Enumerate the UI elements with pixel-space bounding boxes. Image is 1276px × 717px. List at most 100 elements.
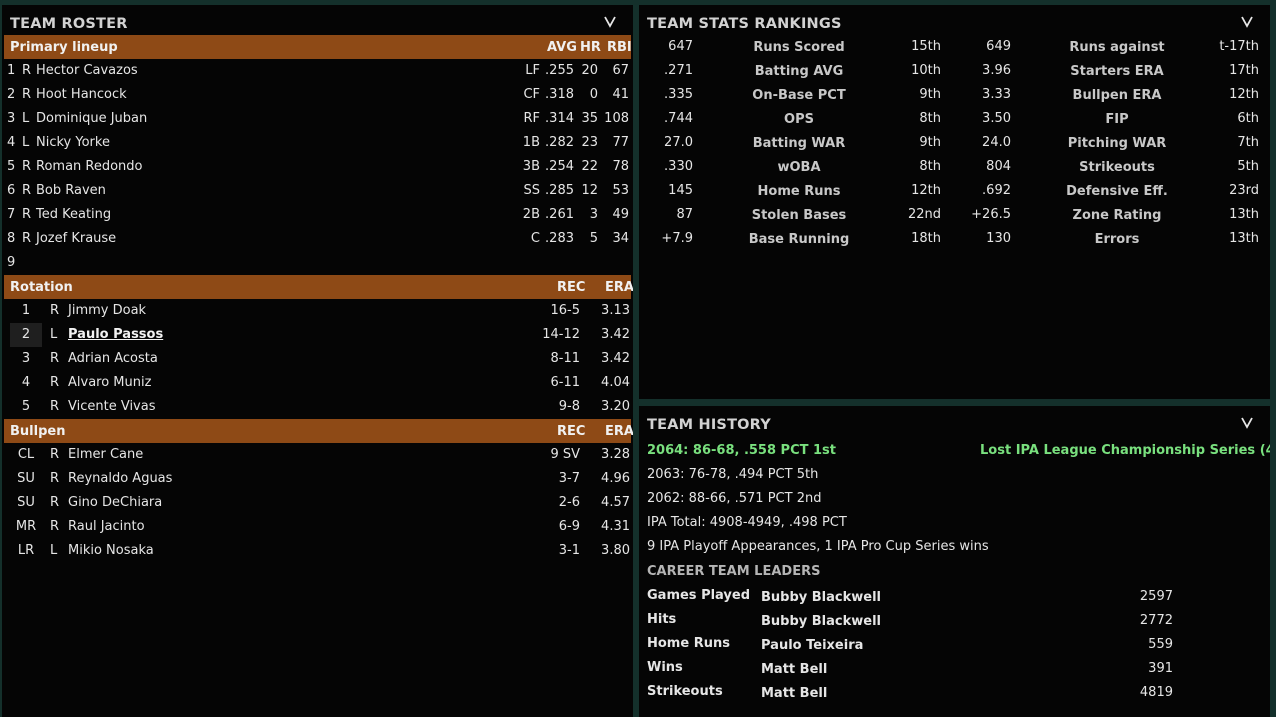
leader-name[interactable]: Matt Bell <box>761 662 827 677</box>
lineup-row[interactable]: 7 R Ted Keating 2B .261 3 49 <box>2 203 633 227</box>
pitcher-name[interactable]: Jimmy Doak <box>68 303 146 318</box>
bullpen-row[interactable]: SU R Gino DeChiara 2-6 4.57 <box>2 491 633 515</box>
player-name[interactable]: Dominique Juban <box>36 111 147 126</box>
rotation-row[interactable]: 1 R Jimmy Doak 16-5 3.13 <box>2 299 633 323</box>
lineup-row[interactable]: 8 R Jozef Krause C .283 5 34 <box>2 227 633 251</box>
pitching-rank: 7th <box>1237 135 1259 150</box>
pitcher-name[interactable]: Vicente Vivas <box>68 399 155 414</box>
bullpen-header: Bullpen REC ERA <box>4 419 633 443</box>
role: 4 <box>21 375 31 390</box>
player-name[interactable]: Ted Keating <box>36 207 111 222</box>
offense-stat-label: Batting AVG <box>754 64 844 79</box>
career-leaders-title: CAREER TEAM LEADERS <box>647 564 821 579</box>
pitcher-name[interactable]: Gino DeChiara <box>68 495 162 510</box>
lineup-order: 6 <box>7 183 16 198</box>
team-roster-panel: TEAM ROSTER Primary lineup AVG HR RBI 1R… <box>2 5 633 717</box>
rbi: 34 <box>612 231 629 246</box>
lineup-row[interactable]: 5 R Roman Redondo 3B .254 22 78 <box>2 155 633 179</box>
rotation-header-era[interactable]: ERA <box>605 280 633 295</box>
pitcher-name[interactable]: Reynaldo Aguas <box>68 471 172 486</box>
leader-name[interactable]: Paulo Teixeira <box>761 638 863 653</box>
era: 4.57 <box>601 495 630 510</box>
leader-category: Games Played <box>647 588 751 603</box>
batting-hand: R <box>22 159 32 174</box>
player-name[interactable]: Jozef Krause <box>36 231 116 246</box>
chevron-down-icon[interactable] <box>603 14 617 28</box>
player-name[interactable]: Bob Raven <box>36 183 106 198</box>
pitcher-name[interactable]: Raul Jacinto <box>68 519 145 534</box>
lineup-order: 4 <box>7 135 16 150</box>
bullpen-header-rec[interactable]: REC <box>557 424 585 439</box>
throwing-hand: R <box>50 519 60 534</box>
pitcher-name[interactable]: Paulo Passos <box>68 327 163 342</box>
rbi: 78 <box>612 159 629 174</box>
rotation-row[interactable]: 4 R Alvaro Muniz 6-11 4.04 <box>2 371 633 395</box>
chevron-down-icon[interactable] <box>1240 415 1254 429</box>
lineup-row[interactable]: 4 L Nicky Yorke 1B .282 23 77 <box>2 131 633 155</box>
rbi: 77 <box>612 135 629 150</box>
chevron-down-icon[interactable] <box>1240 14 1254 28</box>
lineup-header-avg[interactable]: AVG <box>547 40 577 55</box>
pitching-value: .692 <box>982 183 1011 198</box>
pitcher-name[interactable]: Alvaro Muniz <box>68 375 151 390</box>
position: 3B <box>522 159 540 174</box>
offense-stat-label: Base Running <box>748 232 850 247</box>
bullpen-row[interactable]: CL R Elmer Cane 9 SV 3.28 <box>2 443 633 467</box>
role: LR <box>17 543 35 558</box>
offense-rank: 9th <box>919 87 941 102</box>
pitching-stat-label: Defensive Eff. <box>1066 184 1168 199</box>
lineup-header-rbi[interactable]: RBI <box>607 40 632 55</box>
era: 3.80 <box>601 543 630 558</box>
rbi: 67 <box>612 63 629 78</box>
rotation-row[interactable]: 2 L Paulo Passos 14-12 3.42 <box>2 323 633 347</box>
leader-name[interactable]: Bubby Blackwell <box>761 590 881 605</box>
pitching-value: 649 <box>986 39 1011 54</box>
offense-stat-label: Home Runs <box>757 184 841 199</box>
bullpen-row[interactable]: SU R Reynaldo Aguas 3-7 4.96 <box>2 467 633 491</box>
role: MR <box>15 519 37 534</box>
bullpen-header-era[interactable]: ERA <box>605 424 633 439</box>
bullpen-row[interactable]: MR R Raul Jacinto 6-9 4.31 <box>2 515 633 539</box>
pitcher-name[interactable]: Adrian Acosta <box>68 351 158 366</box>
lineup-order: 5 <box>7 159 16 174</box>
pitching-rank: 12th <box>1229 87 1259 102</box>
leader-name[interactable]: Matt Bell <box>761 686 827 701</box>
pitching-value: 3.33 <box>982 87 1011 102</box>
pitcher-name[interactable]: Mikio Nosaka <box>68 543 154 558</box>
pitcher-name[interactable]: Elmer Cane <box>68 447 143 462</box>
record: 6-9 <box>558 519 580 534</box>
team-history-panel: TEAM HISTORY 2064: 86-68, .558 PCT 1st L… <box>639 406 1270 717</box>
rotation-row[interactable]: 5 R Vicente Vivas 9-8 3.20 <box>2 395 633 419</box>
player-name[interactable]: Hector Cavazos <box>36 63 138 78</box>
lineup-row[interactable]: 6 R Bob Raven SS .285 12 53 <box>2 179 633 203</box>
team-stats-panel: TEAM STATS RANKINGS 647 Runs Scored 15th 64… <box>639 5 1270 399</box>
position: 1B <box>522 135 540 150</box>
player-name[interactable]: Hoot Hancock <box>36 87 127 102</box>
batting-avg: .261 <box>545 207 574 222</box>
offense-rank: 22nd <box>907 207 941 222</box>
player-name[interactable]: Roman Redondo <box>36 159 143 174</box>
lineup-row[interactable]: 2 R Hoot Hancock CF .318 0 41 <box>2 83 633 107</box>
rotation-header-rec[interactable]: REC <box>557 280 585 295</box>
role: 1 <box>21 303 31 318</box>
pitching-rank: 6th <box>1237 111 1259 126</box>
home-runs: 3 <box>589 207 598 222</box>
pitching-stat-label: Pitching WAR <box>1067 136 1167 151</box>
offense-value: +7.9 <box>661 231 693 246</box>
bullpen-row[interactable]: LR L Mikio Nosaka 3-1 3.80 <box>2 539 633 563</box>
batting-avg: .314 <box>545 111 574 126</box>
leader-name[interactable]: Bubby Blackwell <box>761 614 881 629</box>
throwing-hand: L <box>50 543 58 558</box>
offense-value: .744 <box>664 111 693 126</box>
batting-avg: .254 <box>545 159 574 174</box>
leader-row: Games Played Bubby Blackwell 2597 <box>639 588 1270 612</box>
rotation-row[interactable]: 3 R Adrian Acosta 8-11 3.42 <box>2 347 633 371</box>
lineup-header-hr[interactable]: HR <box>580 40 601 55</box>
panel-title: TEAM ROSTER <box>10 16 128 32</box>
lineup-row[interactable]: 9 <box>2 251 633 275</box>
offense-value: .330 <box>664 159 693 174</box>
lineup-row[interactable]: 3 L Dominique Juban RF .314 35 108 <box>2 107 633 131</box>
leader-value: 4819 <box>1139 685 1173 700</box>
lineup-row[interactable]: 1 R Hector Cavazos LF .255 20 67 <box>2 59 633 83</box>
player-name[interactable]: Nicky Yorke <box>36 135 110 150</box>
